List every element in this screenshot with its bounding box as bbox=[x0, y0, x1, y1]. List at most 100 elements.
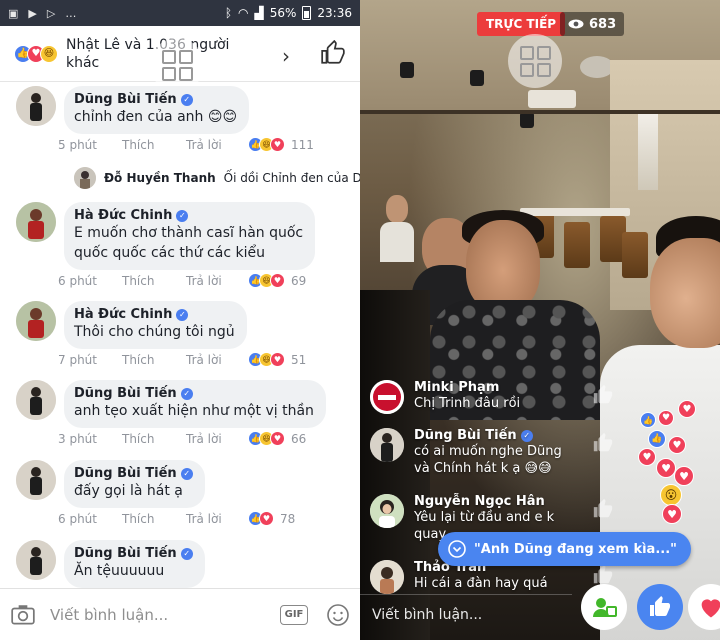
avatar[interactable] bbox=[16, 86, 56, 126]
like-link[interactable]: Thích bbox=[122, 353, 186, 367]
comment-reactions[interactable]: 👍 😆 ♥ bbox=[248, 431, 285, 446]
avatar[interactable] bbox=[16, 301, 56, 341]
live-comment-author[interactable]: Dũng Bùi Tiến ✓ bbox=[414, 428, 614, 443]
comment-meta: 6 phút Thích Trả lời 👍 😆 ♥ 69 bbox=[58, 273, 306, 288]
bluetooth-icon: ᛒ bbox=[224, 6, 233, 20]
avatar[interactable] bbox=[16, 460, 56, 500]
reply-preview[interactable]: Đỗ Huyền Thanh Ối dồi Chỉnh đen của D... bbox=[74, 167, 360, 189]
image-icon: ▣ bbox=[8, 6, 19, 20]
avatar[interactable] bbox=[16, 380, 56, 420]
reaction-count: 111 bbox=[291, 137, 314, 152]
comment-text-line: quốc quốc các thứ các kiểu bbox=[74, 245, 265, 261]
share-button[interactable] bbox=[581, 584, 627, 630]
emoji-icon[interactable] bbox=[326, 603, 350, 627]
like-icon bbox=[650, 596, 670, 616]
gif-button[interactable]: GIF bbox=[280, 604, 308, 625]
live-comment-input[interactable]: Viết bình luận... bbox=[360, 594, 572, 634]
comment-text: Thôi cho chúng tôi ngủ bbox=[74, 324, 235, 340]
comment-reactions[interactable]: 👍 😆 ♥ bbox=[248, 137, 285, 152]
live-comment-body: Minki Phạm Chị Trinh đâu rồi bbox=[414, 380, 614, 412]
comment-author[interactable]: Dũng Bùi Tiến ✓ bbox=[74, 386, 314, 401]
reply-link[interactable]: Trả lời bbox=[186, 432, 248, 446]
heart-icon bbox=[701, 599, 720, 618]
play-icon: ▷ bbox=[46, 6, 56, 20]
status-notification-icons: ▣ ▶ ▷ … bbox=[8, 7, 76, 20]
comment-composer: Viết bình luận... GIF bbox=[0, 588, 360, 640]
like-outline-icon[interactable] bbox=[592, 432, 614, 454]
live-comment-author[interactable]: Nguyễn Ngọc Hân bbox=[414, 494, 614, 509]
reaction-count: 69 bbox=[291, 273, 307, 288]
share-friend-icon bbox=[593, 598, 617, 617]
like-link[interactable]: Thích bbox=[122, 138, 186, 152]
comment-bubble: Dũng Bùi Tiến ✓ chỉnh đen của anh 😊😊 bbox=[64, 86, 250, 134]
verified-badge-icon: ✓ bbox=[176, 308, 189, 321]
reaction-count: 78 bbox=[280, 511, 296, 526]
love-reaction-icon: ♥ bbox=[674, 466, 694, 486]
like-outline-icon[interactable] bbox=[592, 498, 614, 520]
chevron-down-circle-icon bbox=[448, 540, 466, 558]
live-badge: TRỰC TIẾP bbox=[477, 12, 566, 36]
like-link[interactable]: Thích bbox=[122, 432, 186, 446]
live-comment-text: Chị Trinh đâu rồi bbox=[414, 396, 521, 411]
comment-input[interactable]: Viết bình luận... bbox=[50, 606, 280, 624]
comment-bubble: Dũng Bùi Tiến ✓ Ăn tệuuuuuu bbox=[64, 540, 205, 588]
live-video-panel[interactable]: TRỰC TIẾP 683 Minki Phạm Chị Trinh đâu r… bbox=[360, 0, 720, 640]
comment-text: anh tẹo xuất hiện như một vị thần bbox=[74, 403, 314, 419]
like-button[interactable] bbox=[637, 584, 683, 630]
camera-icon[interactable] bbox=[10, 602, 36, 628]
verified-badge-icon: ✓ bbox=[176, 209, 189, 222]
comment-author[interactable]: Hà Đức Chinh ✓ bbox=[74, 208, 303, 223]
comment-text: chỉnh đen của anh 😊😊 bbox=[74, 109, 238, 125]
chevron-right-icon[interactable]: › bbox=[282, 44, 290, 68]
love-reaction-icon: ♥ bbox=[270, 431, 285, 446]
avatar[interactable] bbox=[370, 494, 404, 528]
verified-badge-icon: ✓ bbox=[520, 429, 533, 442]
comment-author[interactable]: Dũng Bùi Tiến ✓ bbox=[74, 546, 193, 561]
haha-reaction-icon: 😆 bbox=[40, 44, 58, 63]
avatar[interactable] bbox=[370, 428, 404, 462]
grid-overlay-icon[interactable] bbox=[508, 34, 562, 88]
avatar[interactable] bbox=[16, 540, 56, 580]
reaction-count: 66 bbox=[291, 431, 307, 446]
comment-time: 7 phút bbox=[58, 352, 97, 367]
comment-author[interactable]: Hà Đức Chinh ✓ bbox=[74, 307, 235, 322]
comment-author[interactable]: Dũng Bùi Tiến ✓ bbox=[74, 466, 193, 481]
comment-reactions[interactable]: 👍 ♥ bbox=[248, 511, 274, 526]
comment-bubble: Hà Đức Chinh ✓ E muốn chơ thành casĩ hàn … bbox=[64, 202, 316, 270]
reply-link[interactable]: Trả lời bbox=[186, 353, 248, 367]
love-reaction-icon: ♥ bbox=[270, 352, 285, 367]
like-outline-icon[interactable] bbox=[592, 384, 614, 406]
avatar[interactable] bbox=[370, 380, 404, 414]
reply-link[interactable]: Trả lời bbox=[186, 138, 248, 152]
love-button[interactable] bbox=[688, 584, 720, 630]
status-right: ᛒ ◠ ▟ 56% 23:36 bbox=[225, 0, 352, 26]
comment-meta: 3 phút Thích Trả lời 👍 😆 ♥ 66 bbox=[58, 431, 306, 446]
ceiling-fan bbox=[580, 56, 614, 78]
grid-overlay-icon[interactable] bbox=[150, 38, 204, 92]
reply-author[interactable]: Đỗ Huyền Thanh bbox=[104, 171, 216, 185]
play-store-icon: ▶ bbox=[28, 6, 37, 20]
eye-icon bbox=[568, 19, 584, 29]
avatar[interactable] bbox=[16, 202, 56, 242]
live-comment-text: có ai muốn nghe Dũng và Chính hát k ạ 😅😅 bbox=[414, 444, 562, 476]
love-reaction-icon: ♥ bbox=[638, 448, 656, 466]
like-link[interactable]: Thích bbox=[122, 512, 186, 526]
comment-meta: 5 phút Thích Trả lời 👍 😆 ♥ 111 bbox=[58, 137, 314, 152]
comment-time: 6 phút bbox=[58, 511, 97, 526]
comment-author[interactable]: Dũng Bùi Tiến ✓ bbox=[74, 92, 237, 107]
viewer-notification-toast[interactable]: "Anh Dũng đang xem kìa..." bbox=[438, 532, 691, 566]
comment-reactions[interactable]: 👍 😆 ♥ bbox=[248, 273, 285, 288]
comment-text: Ăn tệuuuuuu bbox=[74, 563, 165, 579]
like-link[interactable]: Thích bbox=[122, 274, 186, 288]
love-reaction-icon: ♥ bbox=[668, 436, 686, 454]
like-outline-icon[interactable] bbox=[320, 40, 346, 66]
live-comment-author[interactable]: Minki Phạm bbox=[414, 380, 614, 395]
reply-link[interactable]: Trả lời bbox=[186, 512, 248, 526]
comment-time: 3 phút bbox=[58, 431, 97, 446]
comment-reactions[interactable]: 👍 😆 ♥ bbox=[248, 352, 285, 367]
comment-meta: 7 phút Thích Trả lời 👍 😆 ♥ 51 bbox=[58, 352, 306, 367]
signal-icon: ▟ bbox=[254, 6, 264, 20]
viewer-count-badge: 683 bbox=[560, 12, 625, 36]
like-reaction-icon: 👍 bbox=[648, 430, 666, 448]
reply-link[interactable]: Trả lời bbox=[186, 274, 248, 288]
